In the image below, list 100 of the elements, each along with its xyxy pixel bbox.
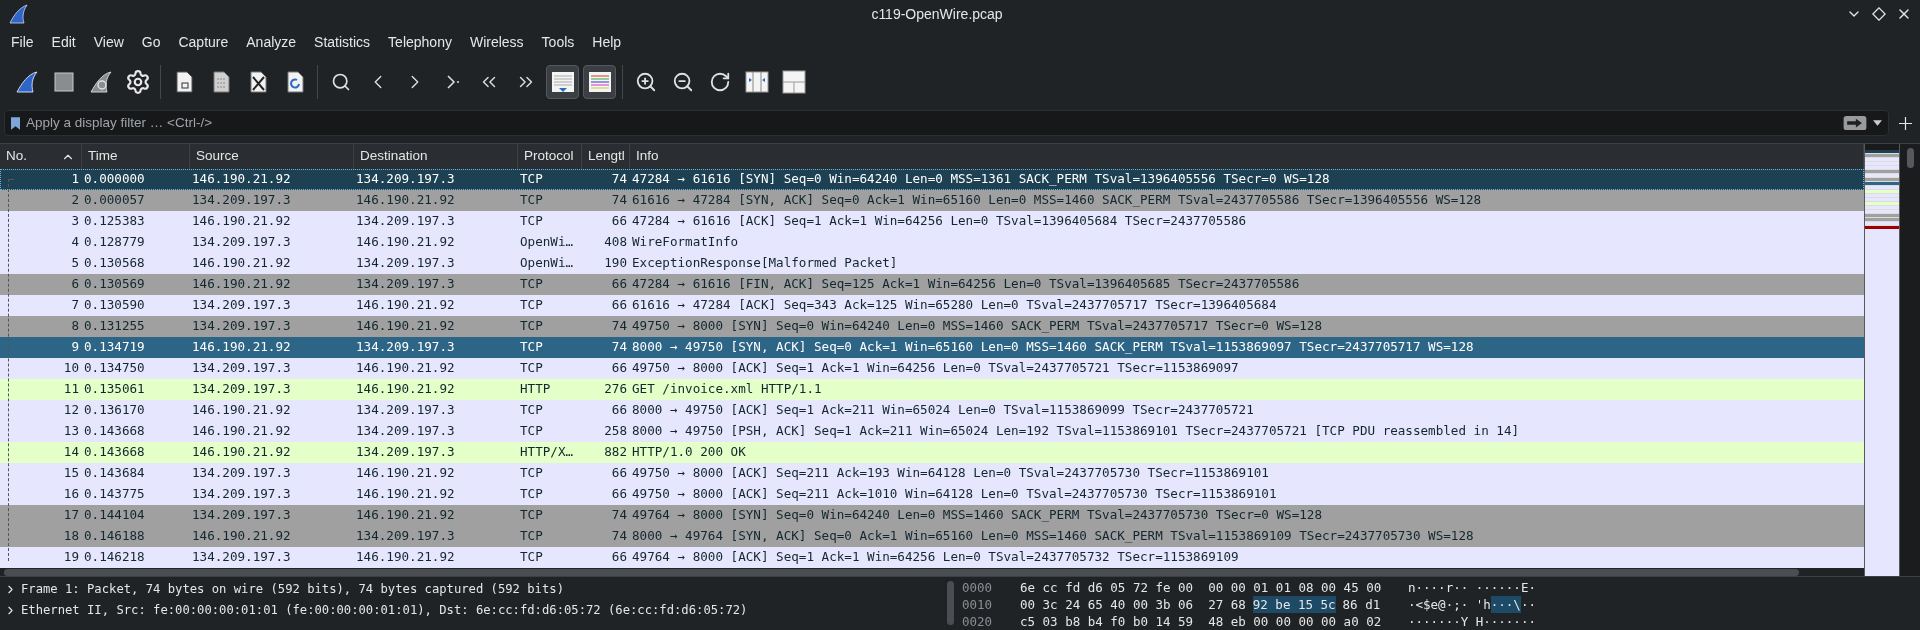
vertical-scrollbar[interactable]	[1906, 148, 1914, 168]
packet-row[interactable]: 9 0.134719 146.190.21.92 134.209.197.3 TCP 74 8000 → 49750 [SYN, ACK] Seq=0 Ack=1 Win=65160 Len=0 MSS=1460 SACK_PERM TSval=1153869097 TSecr=2437705717 WS=128	[0, 337, 1864, 358]
table-cell-text: TCP	[519, 485, 544, 504]
table-cell-text: HTTP/1.0 200 OK	[631, 443, 747, 462]
packet-row[interactable]: 3 0.125383 146.190.21.92 134.209.197.3 TCP 66 47284 → 61616 [ACK] Seq=1 Ack=1 Win=64256 Len=0 TSval=1396405684 TSecr=2437705586	[0, 211, 1864, 232]
detail-tree-item[interactable]: Frame 1: Packet, 74 bytes on wire (592 bits), 74 bytes captured (592 bits)	[0, 579, 940, 600]
table-cell-text: 14	[62, 443, 80, 462]
packet-row[interactable]: 10 0.134750 134.209.197.3 146.190.21.92 TCP 66 49750 → 8000 [ACK] Seq=1 Ack=1 Win=64256 Len=0 TSval=2437705721 TSecr=1153869097	[0, 358, 1864, 379]
packet-row[interactable]: 17 0.144104 134.209.197.3 146.190.21.92 TCP 74 49764 → 8000 [SYN] Seq=0 Win=64240 Len=0 MSS=1460 SACK_PERM TSval=2437705730 TSecr=0 WS=128	[0, 505, 1864, 526]
menu-item[interactable]: Statistics	[305, 29, 380, 55]
maximize-icon[interactable]	[1872, 7, 1886, 21]
byte-offset: 0010	[961, 596, 994, 613]
table-cell-text: 134.209.197.3	[355, 212, 456, 231]
table-cell-text: 17	[62, 506, 80, 525]
add-icon[interactable]	[1899, 116, 1912, 130]
table-cell-text: 408	[603, 233, 628, 252]
table-cell-text: 134.209.197.3	[355, 422, 456, 441]
table-cell-text: 49764 → 8000 [ACK] Seq=1 Ack=1 Win=64256 Len=0 TSval=2437705732 TSecr=1153869109	[631, 548, 1240, 567]
table-cell-text: 0.130569	[83, 275, 146, 294]
packet-row[interactable]: 1 0.000000 146.190.21.92 134.209.197.3 TCP 74 47284 → 61616 [SYN] Seq=0 Win=64240 Len=0 MSS=1361 SACK_PERM TSval=1396405556 TSecr=0 WS=128	[0, 169, 1864, 190]
ascii-text: ··	[1520, 596, 1536, 613]
table-cell-text: 0.131255	[83, 317, 146, 336]
packet-row[interactable]: 13 0.143668 146.190.21.92 134.209.197.3 TCP 258 8000 → 49750 [PSH, ACK] Seq=1 Ack=211 Win=65024 Len=192 TSval=1153869101 TSecr=2437705721 [TCP PDU reassembled in 14]	[0, 421, 1864, 442]
toolbar-button[interactable]	[546, 65, 579, 99]
packet-row[interactable]: 15 0.143684 134.209.197.3 146.190.21.92 TCP 66 49750 → 8000 [ACK] Seq=211 Ack=193 Win=64128 Len=0 TSval=2437705730 TSecr=1153869101	[0, 463, 1864, 484]
table-cell-text: 8000 → 49750 [SYN, ACK] Seq=0 Ack=1 Win=65160 Len=0 MSS=1460 SACK_PERM TSval=1153869097 TSecr=2437705717 WS=128	[631, 338, 1475, 357]
packet-row[interactable]: 7 0.130590 134.209.197.3 146.190.21.92 TCP 66 61616 → 47284 [ACK] Seq=343 Ack=125 Win=65280 Len=0 TSval=2437705717 TSecr=1396405684	[0, 295, 1864, 316]
table-cell-text: 134.209.197.3	[355, 401, 456, 420]
menu-item[interactable]: View	[84, 29, 133, 55]
table-cell-text: 47284 → 61616 [SYN] Seq=0 Win=64240 Len=0 MSS=1361 SACK_PERM TSval=1396405556 TSecr=0 WS=128	[631, 170, 1331, 189]
table-cell-text: 0.125383	[83, 212, 146, 231]
packet-row[interactable]: 19 0.146218 134.209.197.3 146.190.21.92 TCP 66 49764 → 8000 [ACK] Seq=1 Ack=1 Win=64256 Len=0 TSval=2437705732 TSecr=1153869109	[0, 547, 1864, 568]
table-cell-text: 0.130568	[83, 254, 146, 273]
window-title: c119-OpenWire.pcap	[870, 4, 1004, 24]
bookmark-icon	[11, 116, 20, 130]
table-cell-text: 66	[610, 485, 628, 504]
packet-row[interactable]: 6 0.130569 146.190.21.92 134.209.197.3 TCP 66 47284 → 61616 [FIN, ACK] Seq=125 Ack=1 Win=64256 Len=0 TSval=1396405685 TSecr=2437705586	[0, 274, 1864, 295]
table-cell-text: 276	[603, 380, 628, 399]
table-cell-text: 5	[70, 254, 80, 273]
menu-item[interactable]: Tools	[532, 29, 584, 55]
table-cell-text: 134.209.197.3	[355, 254, 456, 273]
table-cell-text: 18	[62, 527, 80, 546]
menu-item[interactable]: File	[2, 29, 43, 55]
menu-item[interactable]: Analyze	[237, 29, 306, 55]
table-cell-text: 134.209.197.3	[191, 191, 292, 210]
reset-zoom-icon	[708, 71, 731, 93]
table-cell-text: 13	[62, 422, 80, 441]
horizontal-scrollbar[interactable]	[4, 568, 1799, 576]
byte-offset: 0000	[961, 579, 994, 596]
packet-row[interactable]: 11 0.135061 134.209.197.3 146.190.21.92 HTTP 276 GET /invoice.xml HTTP/1.1	[0, 379, 1864, 400]
layout-icon	[780, 69, 807, 95]
table-cell-text: 146.190.21.92	[355, 548, 456, 567]
display-filter-field[interactable]: Apply a display filter … <Ctrl-/>	[4, 110, 1889, 136]
table-cell-text: 74	[610, 170, 628, 189]
ascii-text: ···\	[1490, 596, 1521, 613]
packet-row[interactable]: 14 0.143668 146.190.21.92 134.209.197.3 HTTP/X… 882 HTTP/1.0 200 OK	[0, 442, 1864, 463]
table-cell-text: 0.146218	[83, 548, 146, 567]
packet-row[interactable]: 5 0.130568 146.190.21.92 134.209.197.3 OpenWi… 190 ExceptionResponse[Malformed Packet]	[0, 253, 1864, 274]
table-cell-text: 66	[610, 548, 628, 567]
table-cell-text: 66	[610, 464, 628, 483]
packet-row[interactable]: 18 0.146188 146.190.21.92 134.209.197.3 TCP 74 8000 → 49764 [SYN, ACK] Seq=0 Ack=1 Win=65160 Len=0 MSS=1460 SACK_PERM TSval=1153869109 TSecr=2437705730 WS=128	[0, 526, 1864, 547]
packet-row[interactable]: 12 0.136170 146.190.21.92 134.209.197.3 TCP 66 8000 → 49750 [ACK] Seq=1 Ack=211 Win=65024 Len=0 TSval=1153869099 TSecr=2437705721	[0, 400, 1864, 421]
menu-item[interactable]: Edit	[42, 29, 85, 55]
table-cell-text: 49750 → 8000 [ACK] Seq=1 Ack=1 Win=64256 Len=0 TSval=2437705721 TSecr=1153869097	[631, 359, 1240, 378]
table-cell-text: 134.209.197.3	[191, 296, 292, 315]
vertical-scrollbar[interactable]	[946, 581, 954, 625]
menu-item[interactable]: Help	[583, 29, 631, 55]
menu-item[interactable]: Capture	[169, 29, 238, 55]
table-cell-text: 134.209.197.3	[191, 233, 292, 252]
table-cell-text: 146.190.21.92	[355, 506, 456, 525]
table-cell-text: 47284 → 61616 [ACK] Seq=1 Ack=1 Win=64256 Len=0 TSval=1396405684 TSecr=2437705586	[631, 212, 1248, 231]
table-cell-text: 134.209.197.3	[355, 443, 456, 462]
toolbar-button[interactable]	[583, 65, 616, 99]
packet-row[interactable]: 2 0.000057 134.209.197.3 146.190.21.92 TCP 74 61616 → 47284 [SYN, ACK] Seq=0 Ack=1 Win=65160 Len=0 MSS=1460 SACK_PERM TSval=2437705586 TSecr=1396405556 WS=128	[0, 190, 1864, 211]
dropdown-caret-icon[interactable]	[1873, 120, 1882, 126]
table-cell-text: 8000 → 49750 [ACK] Seq=1 Ack=211 Win=65024 Len=0 TSval=1153869099 TSecr=2437705721	[631, 401, 1255, 420]
table-cell-text: TCP	[519, 506, 544, 525]
table-cell-text: 9	[70, 338, 80, 357]
menu-item[interactable]: Go	[132, 29, 170, 55]
packet-row[interactable]: 8 0.131255 134.209.197.3 146.190.21.92 TCP 74 49750 → 8000 [SYN] Seq=0 Win=64240 Len=0 MSS=1460 SACK_PERM TSval=2437705717 TSecr=0 WS=128	[0, 316, 1864, 337]
menu-item[interactable]: Wireless	[460, 29, 533, 55]
hex-bytes: 86 d1	[1342, 596, 1381, 613]
resize-columns-icon	[743, 69, 770, 95]
table-cell-text: 258	[603, 422, 628, 441]
table-cell-text: 74	[610, 527, 628, 546]
table-cell-text: 0.136170	[83, 401, 146, 420]
table-cell-text: 0.000057	[83, 191, 146, 210]
packet-row[interactable]: 4 0.128779 134.209.197.3 146.190.21.92 OpenWi… 408 WireFormatInfo	[0, 232, 1864, 253]
table-cell-text: 0.143668	[83, 443, 146, 462]
table-cell-text: 146.190.21.92	[355, 233, 456, 252]
detail-tree-item[interactable]: Ethernet II, Src: fe:00:00:00:01:01 (fe:00:00:00:01:01), Dst: 6e:cc:fd:d6:05:72 (6e:cc:fd:d6:05:72)	[0, 600, 940, 621]
table-cell-text: 134.209.197.3	[191, 380, 292, 399]
table-cell-text: 66	[610, 359, 628, 378]
menu-item[interactable]: Telephony	[379, 29, 461, 55]
table-cell-text: 146.190.21.92	[191, 254, 292, 273]
filter-input[interactable]: Apply a display filter … <Ctrl-/>	[26, 112, 1837, 134]
packet-row[interactable]: 16 0.143775 134.209.197.3 146.190.21.92 TCP 66 49750 → 8000 [ACK] Seq=211 Ack=1010 Win=64128 Len=0 TSval=2437705730 TSecr=1153869101	[0, 484, 1864, 505]
table-cell-text: 15	[62, 464, 80, 483]
table-cell-text: TCP	[519, 338, 544, 357]
table-cell-text: 134.209.197.3	[191, 485, 292, 504]
